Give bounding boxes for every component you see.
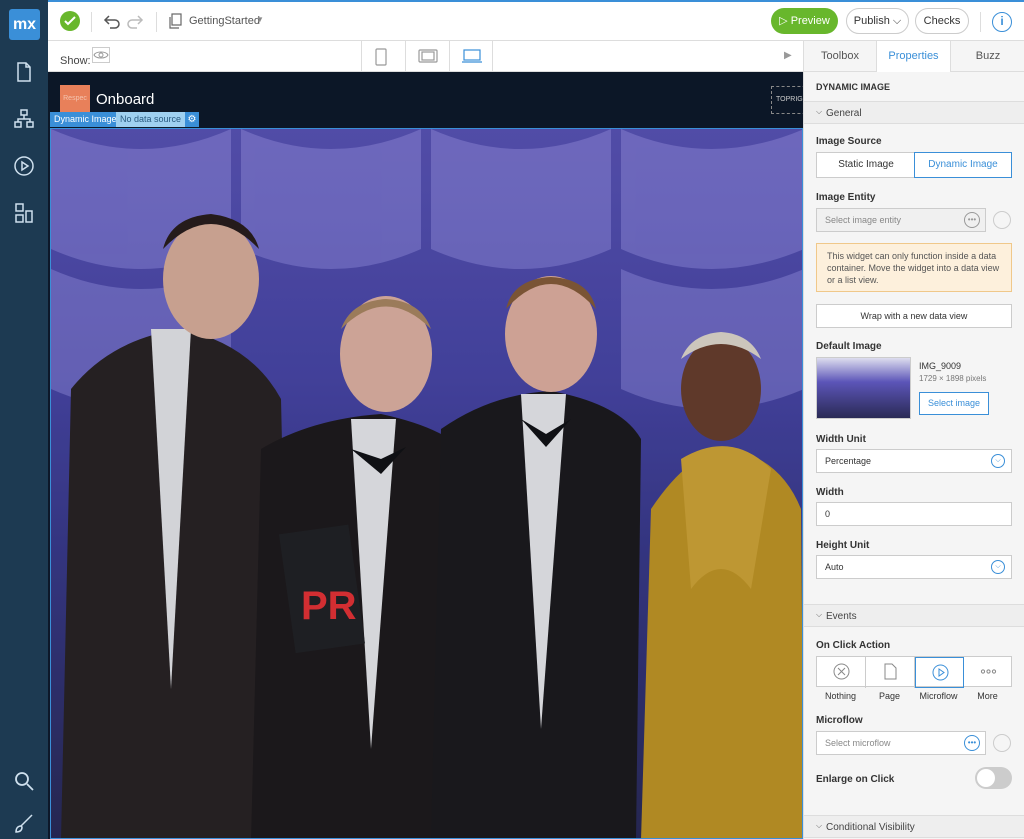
app-logo: Respec	[60, 85, 90, 112]
action-nothing[interactable]	[817, 657, 866, 688]
panel-tabs: Toolbox Properties Buzz	[804, 41, 1024, 72]
action-label-more: More	[977, 691, 998, 701]
tab-buzz[interactable]: Buzz	[951, 41, 1024, 72]
action-more[interactable]	[964, 657, 1013, 688]
width-input[interactable]: 0	[816, 502, 1012, 526]
properties-header: DYNAMIC IMAGE	[816, 82, 890, 92]
chevron-down-icon: ⌵	[816, 610, 823, 619]
section-title: Conditional Visibility	[826, 822, 915, 833]
microflows-icon[interactable]	[12, 154, 36, 178]
dynamic-image-widget[interactable]: PR	[50, 128, 803, 839]
tab-toolbox[interactable]: Toolbox	[804, 41, 877, 72]
preview-button[interactable]: ▷ Preview	[771, 8, 838, 34]
info-icon[interactable]: i	[992, 12, 1012, 32]
device-bar: Show: ▶	[48, 41, 803, 72]
gear-icon[interactable]: ⚙	[185, 112, 199, 127]
desktop-view-icon[interactable]	[449, 41, 493, 72]
top-toolbar: GettingStarted ▼ ▷ Preview Publish ⌵ Che…	[48, 0, 1024, 41]
chevron-down-icon: ⌵	[816, 821, 823, 830]
width-unit-label: Width Unit	[816, 434, 866, 445]
chevron-down-icon: ⌵	[816, 107, 823, 116]
enlarge-on-click-label: Enlarge on Click	[816, 774, 895, 785]
height-unit-value: Auto	[825, 562, 844, 572]
phone-view-icon[interactable]	[361, 41, 405, 72]
chevron-down-icon[interactable]: ▼	[256, 15, 264, 24]
action-label-page: Page	[878, 691, 901, 701]
action-page[interactable]	[866, 657, 915, 688]
image-entity-input[interactable]: Select image entity	[816, 208, 986, 232]
pages-icon[interactable]	[12, 60, 36, 84]
toggle-knob	[977, 769, 995, 787]
width-unit-select[interactable]: Percentage ⌵	[816, 449, 1012, 473]
toolbar-divider	[156, 12, 157, 32]
width-unit-value: Percentage	[825, 456, 872, 466]
mendix-logo[interactable]: mx	[9, 9, 40, 40]
image-source-toggle: Static Image Dynamic Image	[816, 152, 1012, 178]
image-file-size: 1729 × 1898 pixels	[919, 374, 987, 383]
eye-icon[interactable]	[92, 47, 110, 63]
default-image-thumbnail	[816, 357, 911, 419]
action-label-nothing: Nothing	[824, 691, 857, 701]
section-general[interactable]: ⌵ General	[804, 101, 1024, 124]
publish-button[interactable]: Publish ⌵	[846, 8, 909, 34]
domain-model-icon[interactable]	[12, 107, 36, 131]
undo-icon[interactable]	[102, 12, 122, 32]
go-to-icon[interactable]	[993, 211, 1011, 229]
image-source-label: Image Source	[816, 136, 882, 147]
theme-brush-icon[interactable]	[12, 812, 36, 836]
default-image-label: Default Image	[816, 341, 882, 352]
page-canvas: Respec Onboard TOPRIG Dynamic Image No d…	[48, 72, 803, 839]
redo-icon[interactable]	[125, 12, 145, 32]
section-conditional-visibility[interactable]: ⌵ Conditional Visibility	[804, 815, 1024, 838]
image-file-name: IMG_9009	[919, 361, 962, 371]
show-label: Show:	[60, 55, 91, 67]
option-static-image[interactable]: Static Image	[817, 153, 915, 177]
go-to-icon[interactable]	[993, 734, 1011, 752]
widget-tag[interactable]: Dynamic Image	[50, 112, 121, 127]
properties-panel: Toolbox Properties Buzz DYNAMIC IMAGE ⌵ …	[803, 41, 1024, 839]
document-icon	[169, 13, 183, 32]
more-dots-icon[interactable]: •••	[964, 735, 980, 751]
tablet-view-icon[interactable]	[405, 41, 449, 72]
app-title: Onboard	[96, 91, 155, 108]
section-title: Events	[826, 611, 857, 622]
on-click-label: On Click Action	[816, 640, 891, 651]
document-title[interactable]: GettingStarted	[189, 15, 260, 27]
toolbar-divider	[980, 12, 981, 32]
microflow-label: Microflow	[816, 715, 863, 726]
warning-message: This widget can only function inside a d…	[816, 243, 1012, 292]
enlarge-toggle[interactable]	[975, 767, 1012, 789]
more-dots-icon[interactable]: •••	[964, 212, 980, 228]
tab-properties[interactable]: Properties	[877, 41, 951, 72]
search-icon[interactable]	[12, 769, 36, 793]
section-events[interactable]: ⌵ Events	[804, 604, 1024, 627]
section-title: General	[826, 108, 862, 119]
chevron-down-icon: ⌵	[991, 454, 1005, 468]
status-ok-icon[interactable]	[60, 11, 80, 31]
navigation-icon[interactable]	[12, 201, 36, 225]
on-click-options	[816, 656, 1013, 688]
preview-label: Preview	[790, 15, 830, 27]
select-image-button[interactable]: Select image	[919, 392, 989, 415]
image-entity-label: Image Entity	[816, 192, 876, 203]
height-unit-label: Height Unit	[816, 540, 870, 551]
checks-button[interactable]: Checks	[915, 8, 969, 34]
toolbar-divider	[91, 12, 92, 32]
data-source-tag[interactable]: No data source	[116, 112, 186, 127]
publish-label: Publish	[853, 15, 890, 27]
height-unit-select[interactable]: Auto ⌵	[816, 555, 1012, 579]
microflow-input[interactable]: Select microflow	[816, 731, 986, 755]
topright-placeholder[interactable]: TOPRIG	[771, 86, 803, 114]
wrap-data-view-button[interactable]: Wrap with a new data view	[816, 304, 1012, 328]
action-microflow[interactable]	[915, 657, 964, 688]
action-label-microflow: Microflow	[919, 691, 958, 701]
width-label: Width	[816, 487, 844, 498]
left-rail: mx	[0, 0, 48, 839]
chevron-right-icon[interactable]: ▶	[784, 50, 792, 61]
chevron-down-icon: ⌵	[991, 560, 1005, 574]
option-dynamic-image[interactable]: Dynamic Image	[914, 152, 1012, 178]
